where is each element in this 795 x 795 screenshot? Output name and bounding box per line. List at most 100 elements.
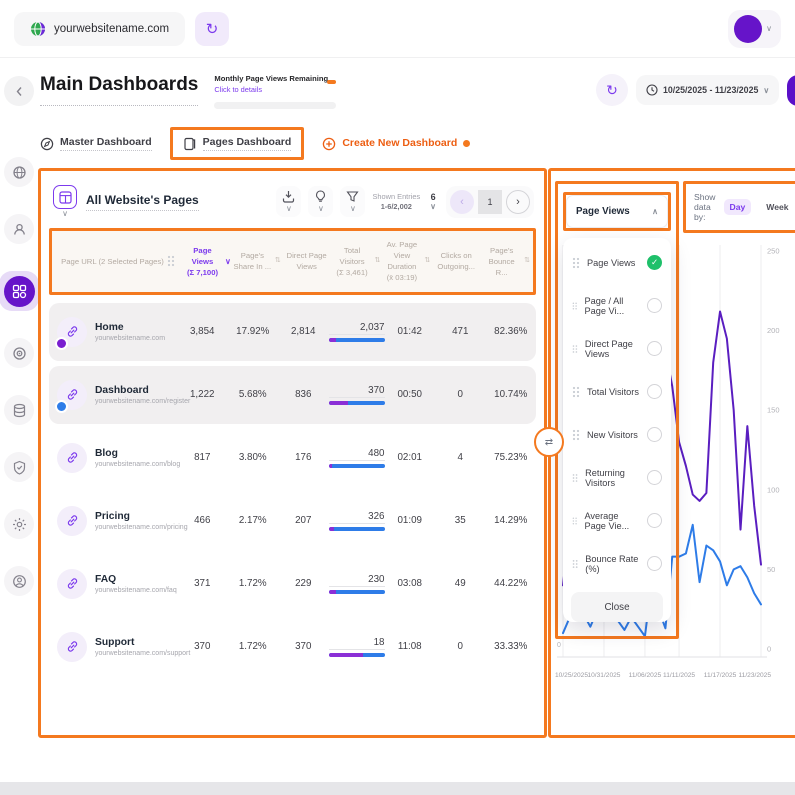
metric-radio[interactable]: ✓ [647,255,662,270]
filter-button[interactable]: ∨ [340,186,365,217]
sidebar-item-goals[interactable] [4,338,34,368]
sidebar-item-settings[interactable] [4,509,34,539]
cell-total-visitors: 2,037 [329,322,385,342]
table-title: All Website's Pages [86,193,199,211]
date-range-picker[interactable]: 10/25/2025 - 11/23/2025 ∨ [636,75,779,105]
export-button[interactable]: ∨ [276,186,301,217]
tab-pages-dashboard[interactable]: Pages Dashboard [170,127,305,160]
chevron-down-icon: ∨ [62,209,68,218]
page-url: yourwebsitename.com [95,335,165,342]
column-header-1[interactable]: Page Views(Σ 7,100)∨ [182,245,232,278]
footer-strip [0,782,795,795]
table-row[interactable]: FAQyourwebsitename.com/faq3711.72%229230… [49,555,536,613]
site-selector[interactable]: yourwebsitename.com [14,12,185,46]
cell-page-views: 1,222 [177,389,228,400]
metric-option[interactable]: Direct Page Views [563,327,671,370]
chevron-down-icon: ∨ [350,204,356,213]
column-header-3[interactable]: Direct Page Views [282,250,332,272]
drag-handle-icon [572,472,578,484]
sidebar-collapse-button[interactable] [4,76,34,106]
metric-radio[interactable] [647,298,662,313]
close-button[interactable]: Close [571,592,663,622]
column-header-5[interactable]: Av. Page View Duration(x̄ 03:19)⇅ [381,239,431,284]
panel-collapse-button[interactable]: ⇄ [534,427,564,457]
chevron-left-icon [13,85,26,98]
column-header-6[interactable]: Clicks on Outgoing... [431,250,481,272]
metric-option[interactable]: Page Views✓ [563,241,671,284]
metric-option[interactable]: Bounce Rate (%) [563,542,671,585]
link-icon-wrap [57,443,87,473]
sidebar-item-data[interactable] [4,395,34,425]
visitors-bar [329,653,385,657]
account-menu[interactable]: ∨ [728,10,781,48]
table-row[interactable]: Blogyourwebsitename.com/blog8173.80%1764… [49,429,536,487]
column-header-2[interactable]: Page's Share In ...⇅ [232,250,282,272]
total-visitors-value: 370 [329,385,385,398]
column-label: Clicks on Outgoing... [432,250,480,272]
sidebar-item-security[interactable] [4,452,34,482]
metric-radio[interactable] [647,384,662,399]
refresh-data-button[interactable]: ↻ [596,74,628,106]
dashboard-tabs: Master Dashboard Pages Dashboard Create … [40,127,795,160]
database-icon [12,403,27,418]
metric-option[interactable]: Total Visitors [563,370,671,413]
cell-share: 2.17% [228,515,279,526]
sidebar-item-audience[interactable] [4,214,34,244]
shield-icon [12,460,27,475]
sidebar-item-dashboards-active[interactable] [0,271,39,311]
chart-panel: ⇄ Show data by: DayWeekMonthYear 0501001… [548,168,795,738]
funnel-icon [346,190,359,203]
prev-page-button[interactable]: ‹ [450,190,474,214]
table-type-selector[interactable]: ∨ [53,185,77,218]
table-row[interactable]: Pricingyourwebsitename.com/pricing4662.1… [49,492,536,550]
site-refresh-button[interactable]: ↻ [195,12,229,46]
table-row[interactable]: Homeyourwebsitename.com3,85417.92%2,8142… [49,303,536,361]
drag-handle-icon [572,300,577,312]
table-row[interactable]: Supportyourwebsitename.com/support3701.7… [49,618,536,676]
insights-button[interactable]: ∨ [308,186,333,217]
page-title: Main Dashboards [40,74,198,106]
visitors-bar [329,527,385,531]
page-size-select[interactable]: 6 ∨ [427,192,439,211]
column-label: Direct Page Views [283,250,331,272]
metric-option[interactable]: Returning Visitors [563,456,671,499]
metric-radio[interactable] [647,556,662,571]
metric-option[interactable]: New Visitors [563,413,671,456]
tab-create-new-dashboard[interactable]: Create New Dashboard [322,137,470,151]
granularity-day[interactable]: Day [724,199,752,215]
table-row[interactable]: Dashboardyourwebsitename.com/register1,2… [49,366,536,424]
metric-select[interactable]: Page Views ∧ [563,192,671,231]
widget-details-link[interactable]: Click to details [214,85,336,94]
widget-title: Monthly Page Views Remaining [214,74,336,83]
granularity-week[interactable]: Week [760,199,794,215]
next-page-button[interactable]: › [506,190,530,214]
metric-radio[interactable] [647,427,662,442]
metric-option[interactable]: Average Page Vie... [563,499,671,542]
column-header-4[interactable]: Total Visitors(Σ 3,461)⇅ [332,245,382,278]
metric-radio[interactable] [647,341,662,356]
link-icon-wrap [57,380,87,410]
ai-assistant-button[interactable]: AI Assistant [787,75,795,106]
widget-collapse-icon[interactable] [327,80,336,84]
clock-icon [646,84,658,96]
sidebar-item-account[interactable] [4,566,34,596]
visitors-bar-purple [329,653,364,657]
column-label-text: Clicks on Outgoing... [432,250,480,272]
page-url-cell: Supportyourwebsitename.com/support [49,632,177,662]
sidebar-item-overview[interactable] [4,157,34,187]
metric-radio[interactable] [647,513,662,528]
column-header-7[interactable]: Page's Bounce R...⇅ [481,245,531,278]
drag-handle-icon [167,255,175,267]
column-header-0[interactable]: Page URL (2 Selected Pages) [54,255,182,267]
page-url-cell: Blogyourwebsitename.com/blog [49,443,177,473]
export-icon [282,190,295,203]
drag-handle-icon [572,558,578,570]
tab-master-dashboard[interactable]: Master Dashboard [40,136,152,151]
metric-dropdown-column: Page Views ∧ Page Views✓Page / All Page … [555,181,679,639]
metric-option[interactable]: Page / All Page Vi... [563,284,671,327]
cell-outgoing-clicks: 0 [435,389,486,400]
metric-radio[interactable] [647,470,662,485]
column-sub-label: (Σ 3,461) [333,267,372,278]
cell-outgoing-clicks: 471 [435,326,486,337]
cell-total-visitors: 370 [329,385,385,405]
